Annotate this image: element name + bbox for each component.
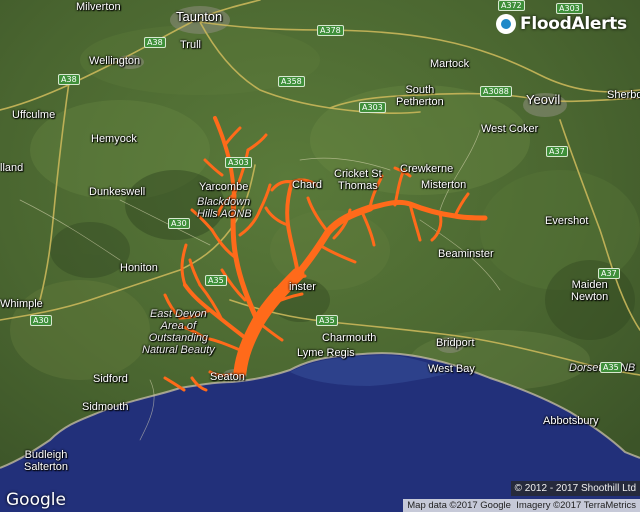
road-a35-east: A35 — [316, 315, 338, 326]
google-logo[interactable]: Google — [6, 490, 66, 510]
place-yarcombe: Yarcombe — [199, 181, 249, 193]
place-west-coker: West Coker — [481, 123, 539, 135]
road-a38-north: A38 — [144, 37, 166, 48]
road-a358: A358 — [278, 76, 305, 87]
place-trull: Trull — [180, 39, 201, 51]
road-a303-top: A303 — [556, 3, 583, 14]
road-a303-small: A303 — [225, 157, 252, 168]
road-a372: A372 — [498, 0, 525, 11]
place-taunton: Taunton — [176, 9, 223, 24]
map-base — [0, 0, 640, 512]
place-uffculme: Uffculme — [12, 109, 56, 121]
floodalerts-icon — [496, 14, 516, 34]
place-sherborne: Sherbo — [607, 89, 640, 101]
place-bridport: Bridport — [436, 337, 475, 349]
place-axminster: inster — [289, 281, 316, 293]
floodalerts-logo[interactable]: FloodAlerts — [496, 14, 627, 34]
place-honiton: Honiton — [120, 262, 158, 274]
road-a37-north: A37 — [546, 146, 568, 157]
place-west-bay: West Bay — [428, 363, 475, 375]
road-a3088: A3088 — [480, 86, 512, 97]
place-lyme-regis: Lyme Regis — [297, 347, 355, 359]
road-a30-mid: A30 — [168, 218, 190, 229]
place-south-petherton: South Petherton — [396, 84, 444, 108]
place-yeovil: Yeovil — [526, 92, 561, 107]
place-sidmouth: Sidmouth — [82, 401, 129, 413]
road-a35-mid: A35 — [205, 275, 227, 286]
brand-name: FloodAlerts — [520, 14, 627, 34]
place-milverton: Milverton — [76, 1, 121, 13]
place-dunkeswell: Dunkeswell — [89, 186, 146, 198]
place-charmouth: Charmouth — [322, 332, 377, 344]
map-attribution: Map data ©2017 Google Imagery ©2017 Terr… — [403, 499, 640, 512]
place-abbotsbury: Abbotsbury — [543, 415, 599, 427]
place-hillmorton: lland — [0, 162, 24, 174]
place-beaminster: Beaminster — [438, 248, 494, 260]
flood-map[interactable]: Milverton Taunton Trull Wellington Marto… — [0, 0, 640, 512]
area-blackdown-hills: Blackdown Hills AONB — [197, 196, 252, 220]
road-a38-west: A38 — [58, 74, 80, 85]
road-a37-south: A37 — [598, 268, 620, 279]
place-hemyock: Hemyock — [91, 133, 137, 145]
area-east-devon: East Devon Area of Outstanding Natural B… — [142, 308, 215, 356]
place-budleigh-salterton: Budleigh Salterton — [24, 449, 69, 473]
road-a378: A378 — [317, 25, 344, 36]
road-a303-mid: A303 — [359, 102, 386, 113]
place-martock: Martock — [430, 58, 470, 70]
place-misterton: Misterton — [421, 179, 467, 191]
place-chard: Chard — [292, 179, 322, 191]
road-a30-west: A30 — [30, 315, 52, 326]
place-cricket-st-thomas: Cricket St Thomas — [334, 168, 382, 192]
road-a35-west: A35 — [600, 362, 622, 373]
place-seaton: Seaton — [210, 371, 245, 383]
place-evershot: Evershot — [545, 215, 589, 227]
place-whimple: Whimple — [0, 298, 43, 310]
place-crewkerne: Crewkerne — [400, 163, 454, 175]
copyright-notice: © 2012 - 2017 Shoothill Ltd — [510, 481, 640, 496]
map-data-link[interactable]: Map data ©2017 Google — [407, 500, 511, 511]
place-maiden-newton: Maiden Newton — [571, 279, 609, 303]
imagery-credit[interactable]: Imagery ©2017 TerraMetrics — [516, 500, 636, 511]
place-wellington: Wellington — [89, 55, 141, 67]
place-sidford: Sidford — [93, 373, 128, 385]
